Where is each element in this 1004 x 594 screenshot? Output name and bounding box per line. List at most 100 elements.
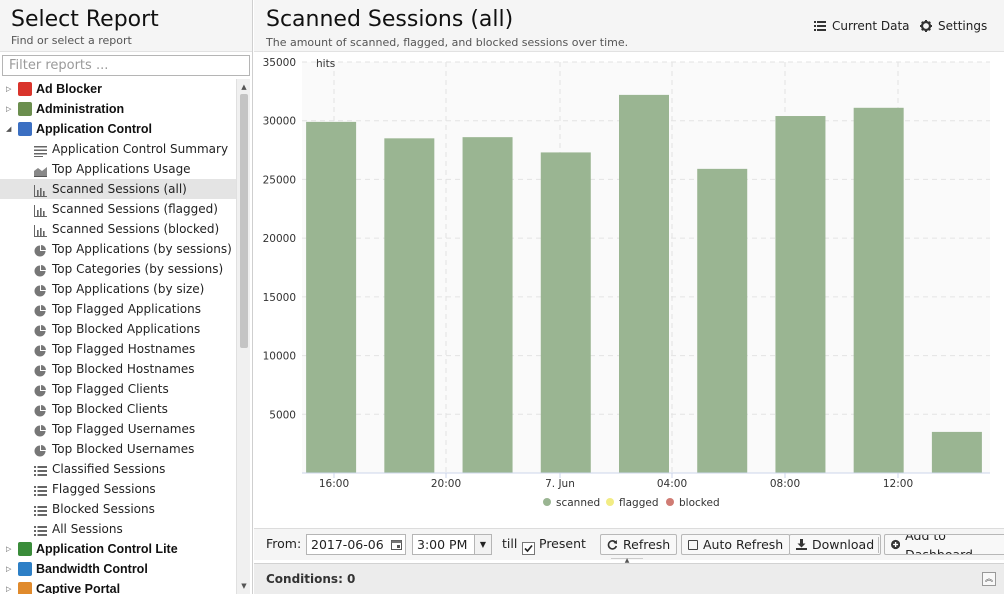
tree-report-item[interactable]: Top Flagged Clients bbox=[0, 379, 236, 399]
conditions-label: Conditions: 0 bbox=[266, 572, 356, 586]
add-to-dashboard-button[interactable]: Add to Dashboard bbox=[884, 534, 1004, 555]
y-tick-label: 35000 bbox=[263, 57, 296, 69]
tree-report-item[interactable]: Top Blocked Applications bbox=[0, 319, 236, 339]
y-tick-label: 5000 bbox=[269, 409, 296, 421]
triangle-collapsed-icon[interactable]: ▷ bbox=[6, 79, 14, 99]
bar-scanned bbox=[853, 107, 904, 473]
report-tree: ▷ Ad Blocker ▷ Administration ◢ Application C… bbox=[0, 79, 236, 594]
from-date-value: 2017-06-06 bbox=[311, 537, 384, 552]
auto-refresh-label: Auto Refresh bbox=[703, 537, 784, 552]
tree-report-item[interactable]: Blocked Sessions bbox=[0, 499, 236, 519]
tree-category-application-control[interactable]: ◢ Application Control bbox=[0, 119, 236, 139]
tree-report-label: Top Applications Usage bbox=[52, 162, 191, 176]
tree-category-bandwidth-control[interactable]: ▷ Bandwidth Control bbox=[0, 559, 236, 579]
calendar-icon[interactable] bbox=[391, 539, 402, 550]
tree-report-label: Top Flagged Usernames bbox=[52, 422, 196, 436]
chart-svg: 5000 10000 15000 20000 25000 30000 35000 16:00 2… bbox=[263, 57, 990, 509]
bar-scanned bbox=[697, 168, 748, 474]
refresh-button[interactable]: Refresh bbox=[600, 534, 678, 555]
from-date-field[interactable]: 2017-06-06 bbox=[306, 534, 406, 555]
triangle-collapsed-icon[interactable]: ▷ bbox=[6, 579, 14, 594]
expand-conditions-icon[interactable]: ︽ bbox=[982, 572, 996, 586]
checkbox-box[interactable] bbox=[522, 542, 535, 555]
tree-report-label: Scanned Sessions (all) bbox=[52, 182, 187, 196]
tree-report-item[interactable]: Top Flagged Hostnames bbox=[0, 339, 236, 359]
tree-report-item[interactable]: Top Blocked Hostnames bbox=[0, 359, 236, 379]
tree-report-item[interactable]: Flagged Sessions bbox=[0, 479, 236, 499]
tree-report-item[interactable]: Top Flagged Applications bbox=[0, 299, 236, 319]
sidebar-header: Select Report Find or select a report bbox=[0, 0, 252, 52]
reports-app: Select Report Find or select a report ▷ A… bbox=[0, 0, 1004, 594]
tree-report-label: Classified Sessions bbox=[52, 462, 166, 476]
bar-scanned bbox=[540, 152, 591, 474]
tree-report-item[interactable]: Top Applications (by sessions) bbox=[0, 239, 236, 259]
tree-report-item[interactable]: Top Applications (by size) bbox=[0, 279, 236, 299]
tree-report-item[interactable]: Scanned Sessions (flagged) bbox=[0, 199, 236, 219]
tree-report-item[interactable]: Classified Sessions bbox=[0, 459, 236, 479]
settings-label: Settings bbox=[938, 19, 988, 33]
legend-marker-blocked bbox=[666, 498, 674, 506]
pie-chart-icon bbox=[34, 443, 47, 457]
tree-report-item[interactable]: Top Blocked Usernames bbox=[0, 439, 236, 459]
list-icon bbox=[34, 463, 47, 476]
main-header: Scanned Sessions (all) The amount of sca… bbox=[254, 0, 1004, 52]
unchecked-box-icon bbox=[688, 539, 698, 550]
tree-category-label: Administration bbox=[36, 102, 125, 116]
list-icon bbox=[34, 523, 47, 536]
triangle-collapsed-icon[interactable]: ▷ bbox=[6, 539, 14, 559]
chart-legend: scanned flagged blocked bbox=[543, 497, 720, 509]
tree-report-item[interactable]: Scanned Sessions (all) bbox=[0, 179, 236, 199]
x-tick-label: 20:00 bbox=[431, 478, 461, 490]
tree-category-administration[interactable]: ▷ Administration bbox=[0, 99, 236, 119]
tree-report-item[interactable]: Top Applications Usage bbox=[0, 159, 236, 179]
from-time-select[interactable]: 3:00 PM ▼ bbox=[412, 534, 492, 555]
gear-icon bbox=[920, 20, 932, 32]
tree-report-item[interactable]: Top Flagged Usernames bbox=[0, 419, 236, 439]
auto-refresh-button[interactable]: Auto Refresh bbox=[681, 534, 791, 555]
tree-report-item[interactable]: Application Control Summary bbox=[0, 139, 236, 159]
pie-chart-icon bbox=[34, 243, 47, 257]
scroll-up-icon[interactable]: ▲ bbox=[237, 81, 251, 93]
tree-category-label: Ad Blocker bbox=[36, 82, 102, 96]
tree-report-item[interactable]: Scanned Sessions (blocked) bbox=[0, 219, 236, 239]
page-title: Scanned Sessions (all) bbox=[266, 7, 514, 32]
bar-scanned bbox=[462, 137, 513, 473]
report-sidebar: Select Report Find or select a report ▷ A… bbox=[0, 0, 253, 594]
legend-label-scanned: scanned bbox=[556, 497, 600, 509]
bar-scanned bbox=[384, 138, 435, 473]
triangle-expanded-icon[interactable]: ◢ bbox=[6, 119, 14, 139]
settings-button[interactable]: Settings bbox=[920, 19, 987, 33]
chevron-down-icon[interactable]: ▼ bbox=[474, 535, 491, 554]
filter-reports-input[interactable] bbox=[2, 55, 250, 76]
sessions-chart: 5000 10000 15000 20000 25000 30000 35000 16:00 2… bbox=[254, 52, 1004, 527]
tree-category-label: Captive Portal bbox=[36, 582, 121, 594]
tree-category-captive-portal[interactable]: ▷ Captive Portal bbox=[0, 579, 236, 594]
tree-report-label: Top Blocked Applications bbox=[52, 322, 201, 336]
scrollbar-thumb[interactable] bbox=[240, 94, 248, 348]
list-icon bbox=[34, 483, 47, 496]
tree-category-ad-blocker[interactable]: ▷ Ad Blocker bbox=[0, 79, 236, 99]
y-tick-label: 30000 bbox=[263, 116, 296, 128]
tree-report-label: All Sessions bbox=[52, 522, 123, 536]
tree-report-label: Top Flagged Applications bbox=[52, 302, 202, 316]
tree-report-label: Top Blocked Clients bbox=[52, 402, 168, 416]
tree-report-item[interactable]: Top Categories (by sessions) bbox=[0, 259, 236, 279]
pie-chart-icon bbox=[34, 323, 47, 337]
present-checkbox[interactable] bbox=[522, 538, 535, 559]
list-icon bbox=[34, 503, 47, 516]
sidebar-scrollbar[interactable]: ▲ ▼ bbox=[236, 79, 250, 594]
triangle-collapsed-icon[interactable]: ▷ bbox=[6, 99, 14, 119]
tree-report-item[interactable]: All Sessions bbox=[0, 519, 236, 539]
checkmark-icon bbox=[524, 544, 533, 553]
current-data-button[interactable]: Current Data bbox=[814, 19, 910, 33]
tree-report-label: Top Blocked Hostnames bbox=[52, 362, 195, 376]
scroll-down-icon[interactable]: ▼ bbox=[237, 580, 251, 592]
x-tick-label: 12:00 bbox=[883, 478, 913, 490]
pie-chart-icon bbox=[34, 303, 47, 317]
tree-category-application-control-lite[interactable]: ▷ Application Control Lite bbox=[0, 539, 236, 559]
text-report-icon bbox=[34, 143, 47, 157]
x-tick-label: 08:00 bbox=[770, 478, 800, 490]
download-button[interactable]: Download bbox=[789, 534, 882, 555]
triangle-collapsed-icon[interactable]: ▷ bbox=[6, 559, 14, 579]
tree-report-item[interactable]: Top Blocked Clients bbox=[0, 399, 236, 419]
